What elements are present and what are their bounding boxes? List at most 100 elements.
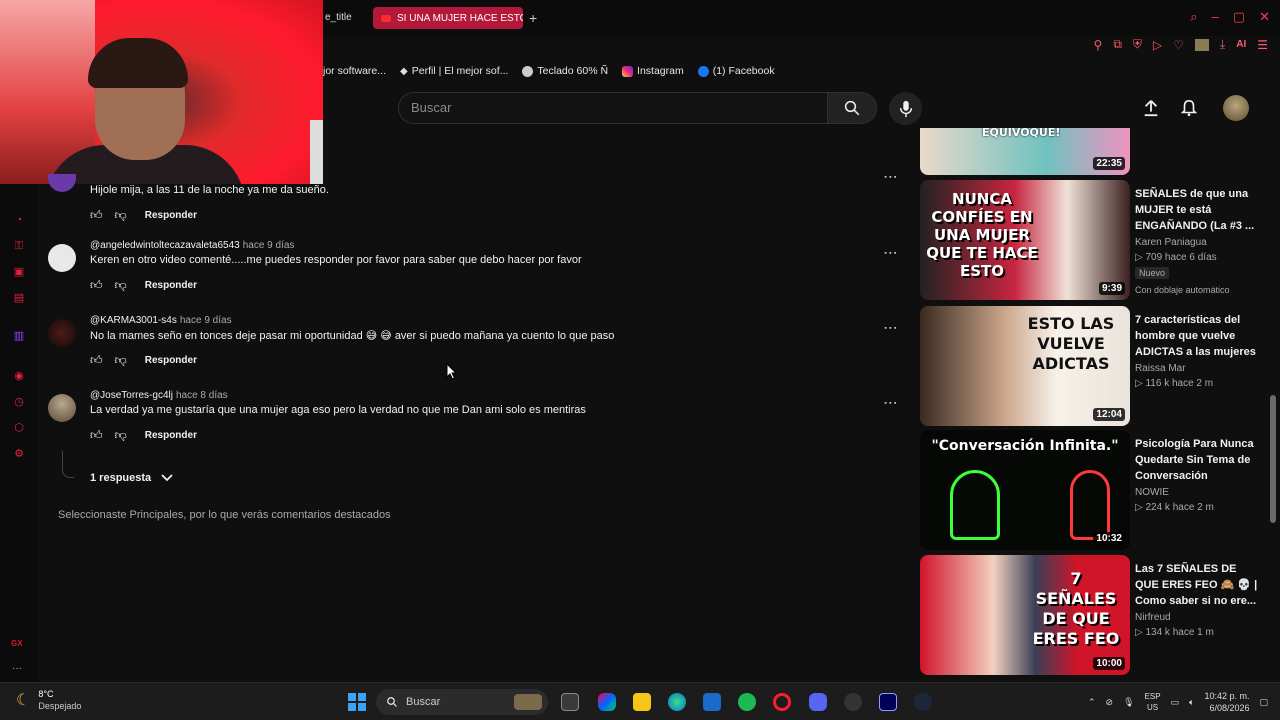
history-icon[interactable]: ◷: [13, 396, 25, 408]
pin-icon[interactable]: ⚲: [1094, 38, 1103, 52]
maximize-icon[interactable]: ▢: [1233, 9, 1245, 25]
bookmark-item[interactable]: ◆ Perfil | El mejor sof...: [400, 65, 508, 77]
replies-toggle-button[interactable]: 1 respuesta: [90, 472, 173, 484]
comment-menu-icon[interactable]: ⋮: [883, 246, 899, 259]
channel-name[interactable]: Raissa Mar: [1135, 363, 1260, 374]
start-button[interactable]: [348, 693, 366, 711]
channel-name[interactable]: Karen Paniagua: [1135, 237, 1260, 248]
heart-icon[interactable]: ♡: [1173, 38, 1184, 52]
search-input[interactable]: [411, 100, 811, 115]
comment-author[interactable]: @angeledwintoltecazavaleta6543 hace 9 día…: [90, 240, 294, 251]
file-explorer-icon[interactable]: [633, 693, 651, 711]
snapshot-icon[interactable]: ⧉: [1113, 37, 1122, 52]
comment-menu-icon[interactable]: ⋮: [883, 396, 899, 409]
microphone-icon[interactable]: 🎙︎: [1123, 697, 1134, 708]
like-icon[interactable]: 👍︎: [90, 278, 103, 293]
channel-name[interactable]: NOWIE: [1135, 487, 1260, 498]
like-icon[interactable]: 👍︎: [90, 428, 103, 443]
app-icon[interactable]: [844, 693, 862, 711]
gx-icon[interactable]: GX: [11, 639, 23, 648]
extension-thumb-icon[interactable]: [1194, 38, 1209, 51]
bookmark-item[interactable]: Teclado 60% Ñ: [522, 65, 608, 77]
tab-partial[interactable]: e_title: [325, 12, 352, 23]
taskbar-search[interactable]: Buscar: [376, 689, 548, 715]
language-indicator[interactable]: ESP US: [1145, 691, 1161, 713]
video-title[interactable]: 7 características del hombre que vuelve …: [1135, 312, 1260, 360]
shield-icon[interactable]: ⛨: [1133, 37, 1142, 52]
clock[interactable]: 10:42 p. m. 6/08/2026: [1204, 690, 1249, 714]
aria-icon[interactable]: ◔: [13, 214, 25, 226]
more-icon[interactable]: ···: [12, 663, 22, 674]
tab-active[interactable]: SI UNA MUJER HACE ESTO: [373, 7, 523, 29]
crypto-wallet-icon[interactable]: ⚿: [13, 240, 25, 252]
chevron-up-icon[interactable]: ⌃: [1088, 697, 1096, 708]
edge-icon[interactable]: [668, 693, 686, 711]
comment-menu-icon[interactable]: ⋮: [883, 170, 899, 183]
scrollbar-thumb[interactable]: [1270, 395, 1276, 523]
dislike-icon[interactable]: 👎︎: [115, 278, 127, 293]
dislike-icon[interactable]: 👎︎: [115, 428, 127, 443]
network-off-icon[interactable]: ⊘: [1106, 697, 1114, 708]
reply-button[interactable]: Responder: [145, 210, 197, 221]
video-title[interactable]: Las 7 SEÑALES DE QUE ERES FEO 🙈 💀 | Como…: [1135, 561, 1260, 609]
discord-icon[interactable]: [809, 693, 827, 711]
opera-gx-icon[interactable]: [773, 693, 791, 711]
menu-icon[interactable]: ☰: [1257, 38, 1268, 52]
premiere-icon[interactable]: [879, 693, 897, 711]
like-icon[interactable]: 👍︎: [90, 353, 103, 368]
play-icon[interactable]: ▷: [1153, 38, 1162, 52]
voice-search-button[interactable]: [889, 92, 922, 125]
video-thumbnail[interactable]: 7 SEÑALES DE QUE ERES FEO 10:00: [920, 555, 1130, 675]
comment-author[interactable]: @KARMA3001-s4s hace 9 días: [90, 315, 232, 326]
new-tab-button[interactable]: +: [529, 10, 537, 26]
download-icon[interactable]: ⤓: [1220, 37, 1225, 52]
video-thumbnail[interactable]: NUNCA CONFÍES EN UNA MUJER QUE TE HACE E…: [920, 180, 1130, 300]
like-icon[interactable]: 👍︎: [90, 208, 103, 223]
account-avatar[interactable]: [1223, 95, 1249, 121]
task-view-icon[interactable]: [561, 693, 579, 711]
avatar[interactable]: [48, 244, 76, 272]
dislike-icon[interactable]: 👎︎: [115, 208, 127, 223]
avatar[interactable]: [48, 319, 76, 347]
video-thumbnail[interactable]: ESTO LAS VUELVE ADICTAS 12:04: [920, 306, 1130, 426]
bookmark-item[interactable]: (1) Facebook: [697, 65, 775, 77]
messenger-icon[interactable]: ▣: [13, 266, 25, 278]
channel-name[interactable]: Nirfreud: [1135, 612, 1260, 623]
ai-button[interactable]: AI: [1236, 39, 1246, 50]
comment-author[interactable]: @JoseTorres-gc4lj hace 8 días: [90, 390, 228, 401]
reply-button[interactable]: Responder: [145, 355, 197, 366]
avatar[interactable]: [48, 394, 76, 422]
video-thumbnail[interactable]: EQUIVOQUE! 22:35: [920, 128, 1130, 175]
close-icon[interactable]: ✕: [1259, 9, 1270, 25]
bookmark-item[interactable]: Instagram: [622, 65, 684, 77]
monitor-icon[interactable]: ▭: [1171, 697, 1180, 708]
search-button[interactable]: [827, 92, 877, 124]
recommendation-item[interactable]: EQUIVOQUE! 22:35: [920, 128, 1270, 176]
notification-center-icon[interactable]: ▢: [1259, 697, 1268, 708]
comment-menu-icon[interactable]: ⋮: [883, 321, 899, 334]
store-icon[interactable]: [703, 693, 721, 711]
notifications-button[interactable]: [1177, 96, 1201, 120]
video-thumbnail[interactable]: "Conversación Infinita." 10:32: [920, 430, 1130, 550]
video-title[interactable]: Psicología Para Nunca Quedarte Sin Tema …: [1135, 436, 1260, 484]
recommendation-item[interactable]: ESTO LAS VUELVE ADICTAS 12:04 7 caracter…: [920, 306, 1270, 428]
gx-corner-icon[interactable]: ▤: [13, 292, 25, 304]
dislike-icon[interactable]: 👎︎: [115, 353, 127, 368]
steam-icon[interactable]: [914, 693, 932, 711]
recommendation-item[interactable]: NUNCA CONFÍES EN UNA MUJER QUE TE HACE E…: [920, 180, 1270, 302]
weather-widget[interactable]: ☾ 8°C Despejado: [16, 688, 81, 712]
recommendation-item[interactable]: "Conversación Infinita." 10:32 Psicologí…: [920, 430, 1270, 552]
spotify-icon[interactable]: [738, 693, 756, 711]
settings-icon[interactable]: ⚙: [13, 448, 25, 460]
reply-button[interactable]: Responder: [145, 280, 197, 291]
upload-button[interactable]: [1139, 96, 1163, 120]
extensions-icon[interactable]: ⬡: [13, 422, 25, 434]
bookmark-item[interactable]: jor software...: [323, 65, 386, 77]
minimize-icon[interactable]: –: [1212, 9, 1219, 25]
copilot-icon[interactable]: [598, 693, 616, 711]
reply-button[interactable]: Responder: [145, 430, 197, 441]
recommendation-item[interactable]: 7 SEÑALES DE QUE ERES FEO 10:00 Las 7 SE…: [920, 555, 1270, 677]
twitch-icon[interactable]: ▥: [13, 330, 25, 342]
volume-icon[interactable]: 🔈︎: [1189, 697, 1194, 708]
video-title[interactable]: SEÑALES de que una MUJER te está ENGAÑAN…: [1135, 186, 1260, 234]
